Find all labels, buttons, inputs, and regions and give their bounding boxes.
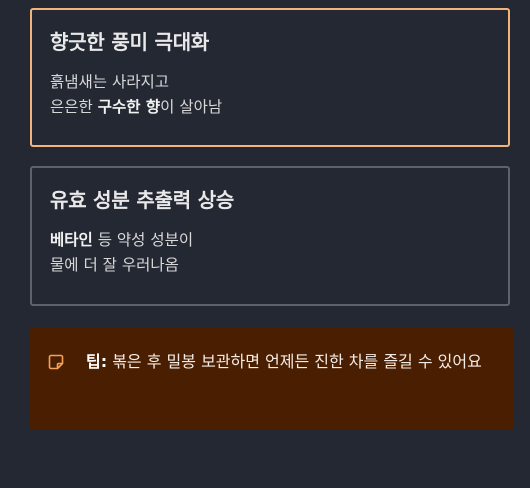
- text-segment: 등 약성 성분이: [92, 231, 194, 249]
- tip-message: 볶은 후 밀봉 보관하면 언제든 진한 차를 즐길 수 있어요: [107, 352, 482, 371]
- feature-card-aroma: 향긋한 풍미 극대화 흙냄새는 사라지고 은은한 구수한 향이 살아남: [30, 8, 510, 147]
- card-line: 흙냄새는 사라지고: [50, 73, 170, 91]
- highlight-text: 베타인: [50, 231, 93, 249]
- note-icon: [48, 354, 64, 370]
- feature-card-extraction: 유효 성분 추출력 상승 베타인 등 약성 성분이 물에 더 잘 우러나옴: [30, 166, 510, 306]
- tip-callout: 팁: 볶은 후 밀봉 보관하면 언제든 진한 차를 즐길 수 있어요: [30, 327, 514, 430]
- tip-label: 팁:: [86, 352, 108, 371]
- tip-text: 팁: 볶은 후 밀봉 보관하면 언제든 진한 차를 즐길 수 있어요: [86, 349, 482, 374]
- card-line: 베타인 등 약성 성분이: [50, 228, 490, 253]
- highlight-text: 구수한 향: [97, 98, 161, 116]
- text-segment: 은은한: [50, 98, 98, 116]
- card-line: 물에 더 잘 우러나옴: [50, 256, 179, 274]
- card-title: 유효 성분 추출력 상승: [50, 188, 235, 212]
- card-description: 베타인 등 약성 성분이 물에 더 잘 우러나옴: [50, 228, 490, 278]
- card-title: 향긋한 풍미 극대화: [50, 30, 210, 54]
- card-description: 흙냄새는 사라지고 은은한 구수한 향이 살아남: [50, 70, 490, 120]
- text-segment: 이 살아남: [160, 98, 223, 116]
- card-line: 은은한 구수한 향이 살아남: [50, 95, 490, 120]
